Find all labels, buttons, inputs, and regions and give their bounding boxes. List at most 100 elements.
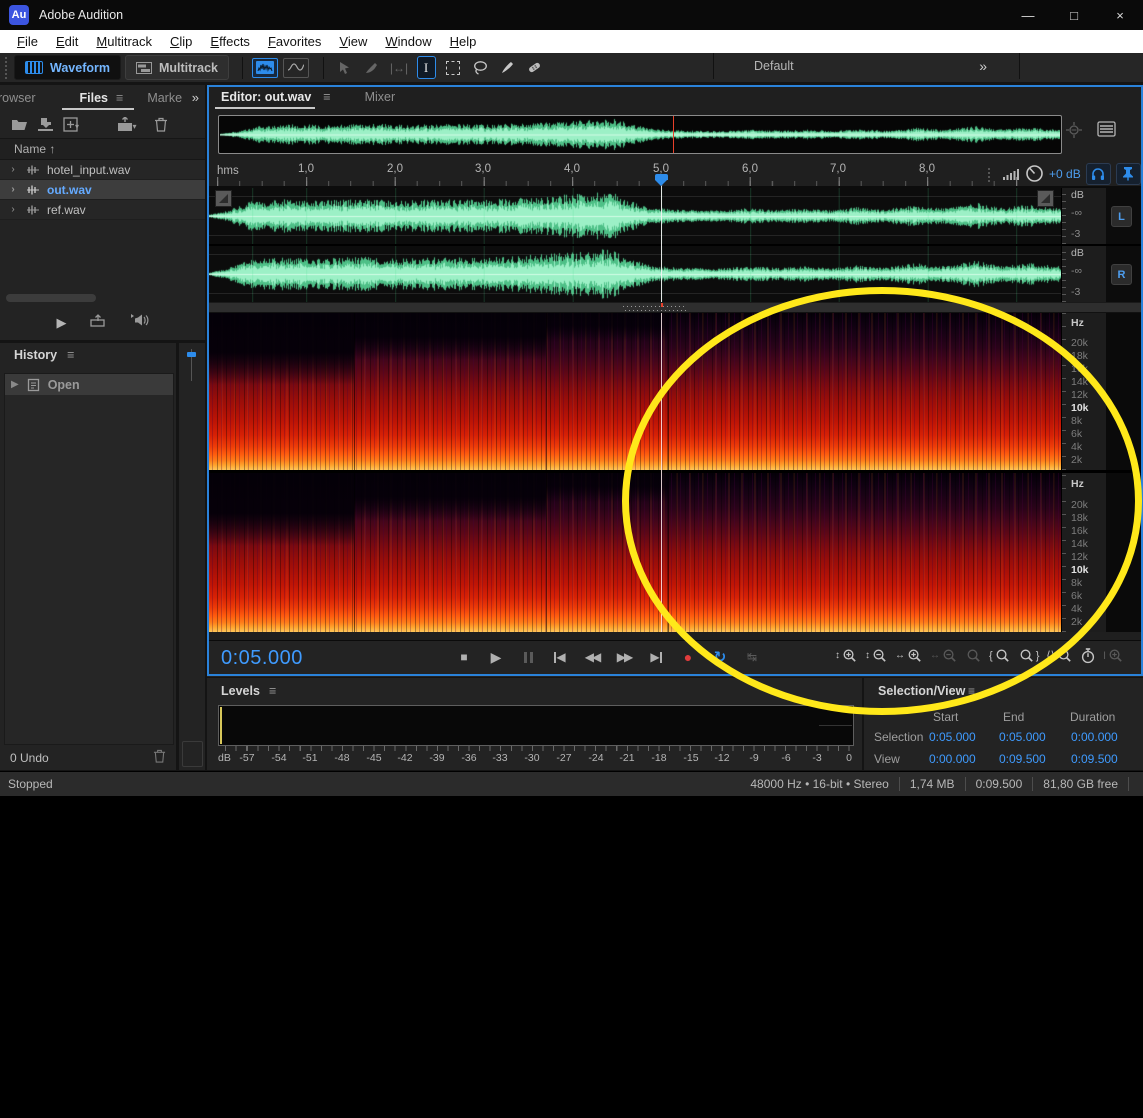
tab-media-browser[interactable]: rowser [0,91,44,105]
expand-chevron-icon[interactable]: › [0,184,26,195]
playhead-line[interactable] [661,186,662,302]
clear-history-button[interactable] [153,749,166,766]
spectrogram-right-channel[interactable] [208,473,1061,632]
delete-file-button[interactable] [150,115,172,133]
multitrack-mode-button[interactable]: Multitrack [125,55,229,80]
zoom-in-time-button[interactable]: ↔ [895,647,923,664]
selection-end-value[interactable]: 0:05.000 [999,730,1046,744]
time-display[interactable]: 0:05.000 [221,647,303,670]
show-spectral-button[interactable] [283,58,309,78]
meter-bars-icon[interactable] [1002,167,1020,181]
tab-files[interactable]: Files [72,91,117,105]
show-waveform-button[interactable] [252,58,278,78]
left-channel-button[interactable]: L [1111,206,1132,227]
insert-into-multitrack-button[interactable]: ▾ [116,115,138,133]
lasso-selection-tool-button[interactable] [468,57,492,79]
monitor-button[interactable] [1086,163,1111,185]
overview-waveform-canvas[interactable] [220,117,1060,152]
zoom-out-time-button[interactable]: ↔ [930,647,958,664]
menu-window[interactable]: Window [376,34,440,49]
levels-meter[interactable] [218,705,854,746]
zoom-navigate-button[interactable] [965,647,982,664]
waveform-right-channel[interactable] [208,246,1061,302]
slip-tool-button[interactable]: |↔| [387,57,411,79]
waveform-display[interactable]: dB -∞ -3 dB -∞ -3 L R [207,186,1143,302]
spectral-display[interactable]: Hz 20k 18k 16k 14k 12k 10k 8k 6k 4k 2k H… [207,313,1143,632]
auto-play-button[interactable] [129,313,149,333]
fast-forward-button[interactable]: ▶▶ [615,649,633,665]
waveform-overview[interactable] [218,115,1062,154]
close-button[interactable]: × [1097,0,1143,30]
razor-tool-button[interactable] [360,57,384,79]
new-content-button[interactable]: ▾ [60,115,82,133]
pause-button[interactable] [519,649,537,665]
stop-button[interactable]: ■ [455,649,473,665]
loop-playback-button[interactable]: ↻ [711,649,729,665]
selection-duration-value[interactable]: 0:00.000 [1071,730,1118,744]
hud-grip[interactable] [985,166,993,182]
display-splitter[interactable] [207,302,1143,313]
waveform-mode-button[interactable]: Waveform [14,55,121,80]
import-file-button[interactable] [34,115,56,133]
skip-to-start-button[interactable]: ◀ [551,649,569,665]
timeline-ruler[interactable]: hms 1,0 2,0 3,0 4,0 5,0 6,0 7,0 8,0 +0 d… [207,161,1143,187]
spot-healing-brush-button[interactable] [522,57,546,79]
loop-playback-button[interactable] [89,313,107,333]
levels-panel-menu-icon[interactable]: ≡ [269,684,276,698]
skip-to-end-button[interactable]: ▶ [647,649,665,665]
splitter-grip-icon[interactable] [623,306,687,311]
fade-in-handle[interactable] [215,190,232,207]
files-column-header[interactable]: Name ↑ [0,138,205,160]
tab-markers[interactable]: Marke [139,91,190,105]
rewind-button[interactable]: ◀◀ [583,649,601,665]
menu-clip[interactable]: Clip [161,34,201,49]
view-duration-value[interactable]: 0:09.500 [1071,752,1118,766]
workspace-overflow-chevron[interactable]: » [979,58,985,74]
menu-edit[interactable]: Edit [47,34,87,49]
tab-editor-out-wav[interactable]: Editor: out.wav [221,90,311,104]
time-selection-tool-button[interactable]: I [414,57,438,79]
gain-knob-icon[interactable] [1025,164,1044,183]
preview-play-button[interactable]: ▶ [57,315,67,331]
zoom-out-amplitude-button[interactable]: ↕ [865,647,888,664]
marquee-selection-tool-button[interactable] [441,57,465,79]
menu-effects[interactable]: Effects [201,34,259,49]
expand-chevron-icon[interactable]: › [0,164,26,175]
zoom-in-amplitude-button[interactable]: ↕ [835,647,858,664]
menu-multitrack[interactable]: Multitrack [87,34,161,49]
move-tool-button[interactable] [333,57,357,79]
gain-value[interactable]: +0 dB [1049,167,1081,181]
right-channel-button[interactable]: R [1111,264,1132,285]
strip-slider-thumb[interactable] [187,352,196,357]
playhead-line[interactable] [661,313,662,632]
pin-button[interactable] [1116,163,1141,185]
zoom-out-point-button[interactable]: } [1018,647,1040,664]
timer-button[interactable] [1080,647,1096,664]
record-button[interactable]: ● [679,649,697,665]
editor-panel-menu-icon[interactable]: ≡ [323,90,330,104]
overview-playhead[interactable] [673,116,674,153]
menu-favorites[interactable]: Favorites [259,34,330,49]
maximize-button[interactable]: □ [1051,0,1097,30]
display-list-icon[interactable] [1097,121,1116,137]
selection-view-menu-icon[interactable]: ≡ [968,684,975,698]
menu-help[interactable]: Help [441,34,486,49]
menu-file[interactable]: File [8,34,47,49]
expand-chevron-icon[interactable]: › [0,204,26,215]
spectrogram-left-channel[interactable] [208,313,1061,470]
fade-out-handle[interactable] [1037,190,1054,207]
files-horizontal-scrollbar[interactable] [6,294,96,302]
file-row-ref[interactable]: › ref.wav [0,200,205,220]
zoom-to-selection-button[interactable]: ⟨⟩ [1046,647,1073,664]
view-end-value[interactable]: 0:09.500 [999,752,1046,766]
play-button[interactable]: ▶ [487,649,505,665]
paintbrush-tool-button[interactable] [495,57,519,79]
file-row-out[interactable]: › out.wav [0,180,205,200]
panel-overflow-chevron[interactable]: » [192,90,199,105]
workspace-selector[interactable]: Default [754,59,794,73]
toolbar-grip[interactable] [2,57,10,79]
zoom-navigate-icon[interactable] [1065,121,1083,139]
history-entry-open[interactable]: ▶ Open [5,374,173,395]
menu-view[interactable]: View [330,34,376,49]
file-row-hotel-input[interactable]: › hotel_input.wav [0,160,205,180]
